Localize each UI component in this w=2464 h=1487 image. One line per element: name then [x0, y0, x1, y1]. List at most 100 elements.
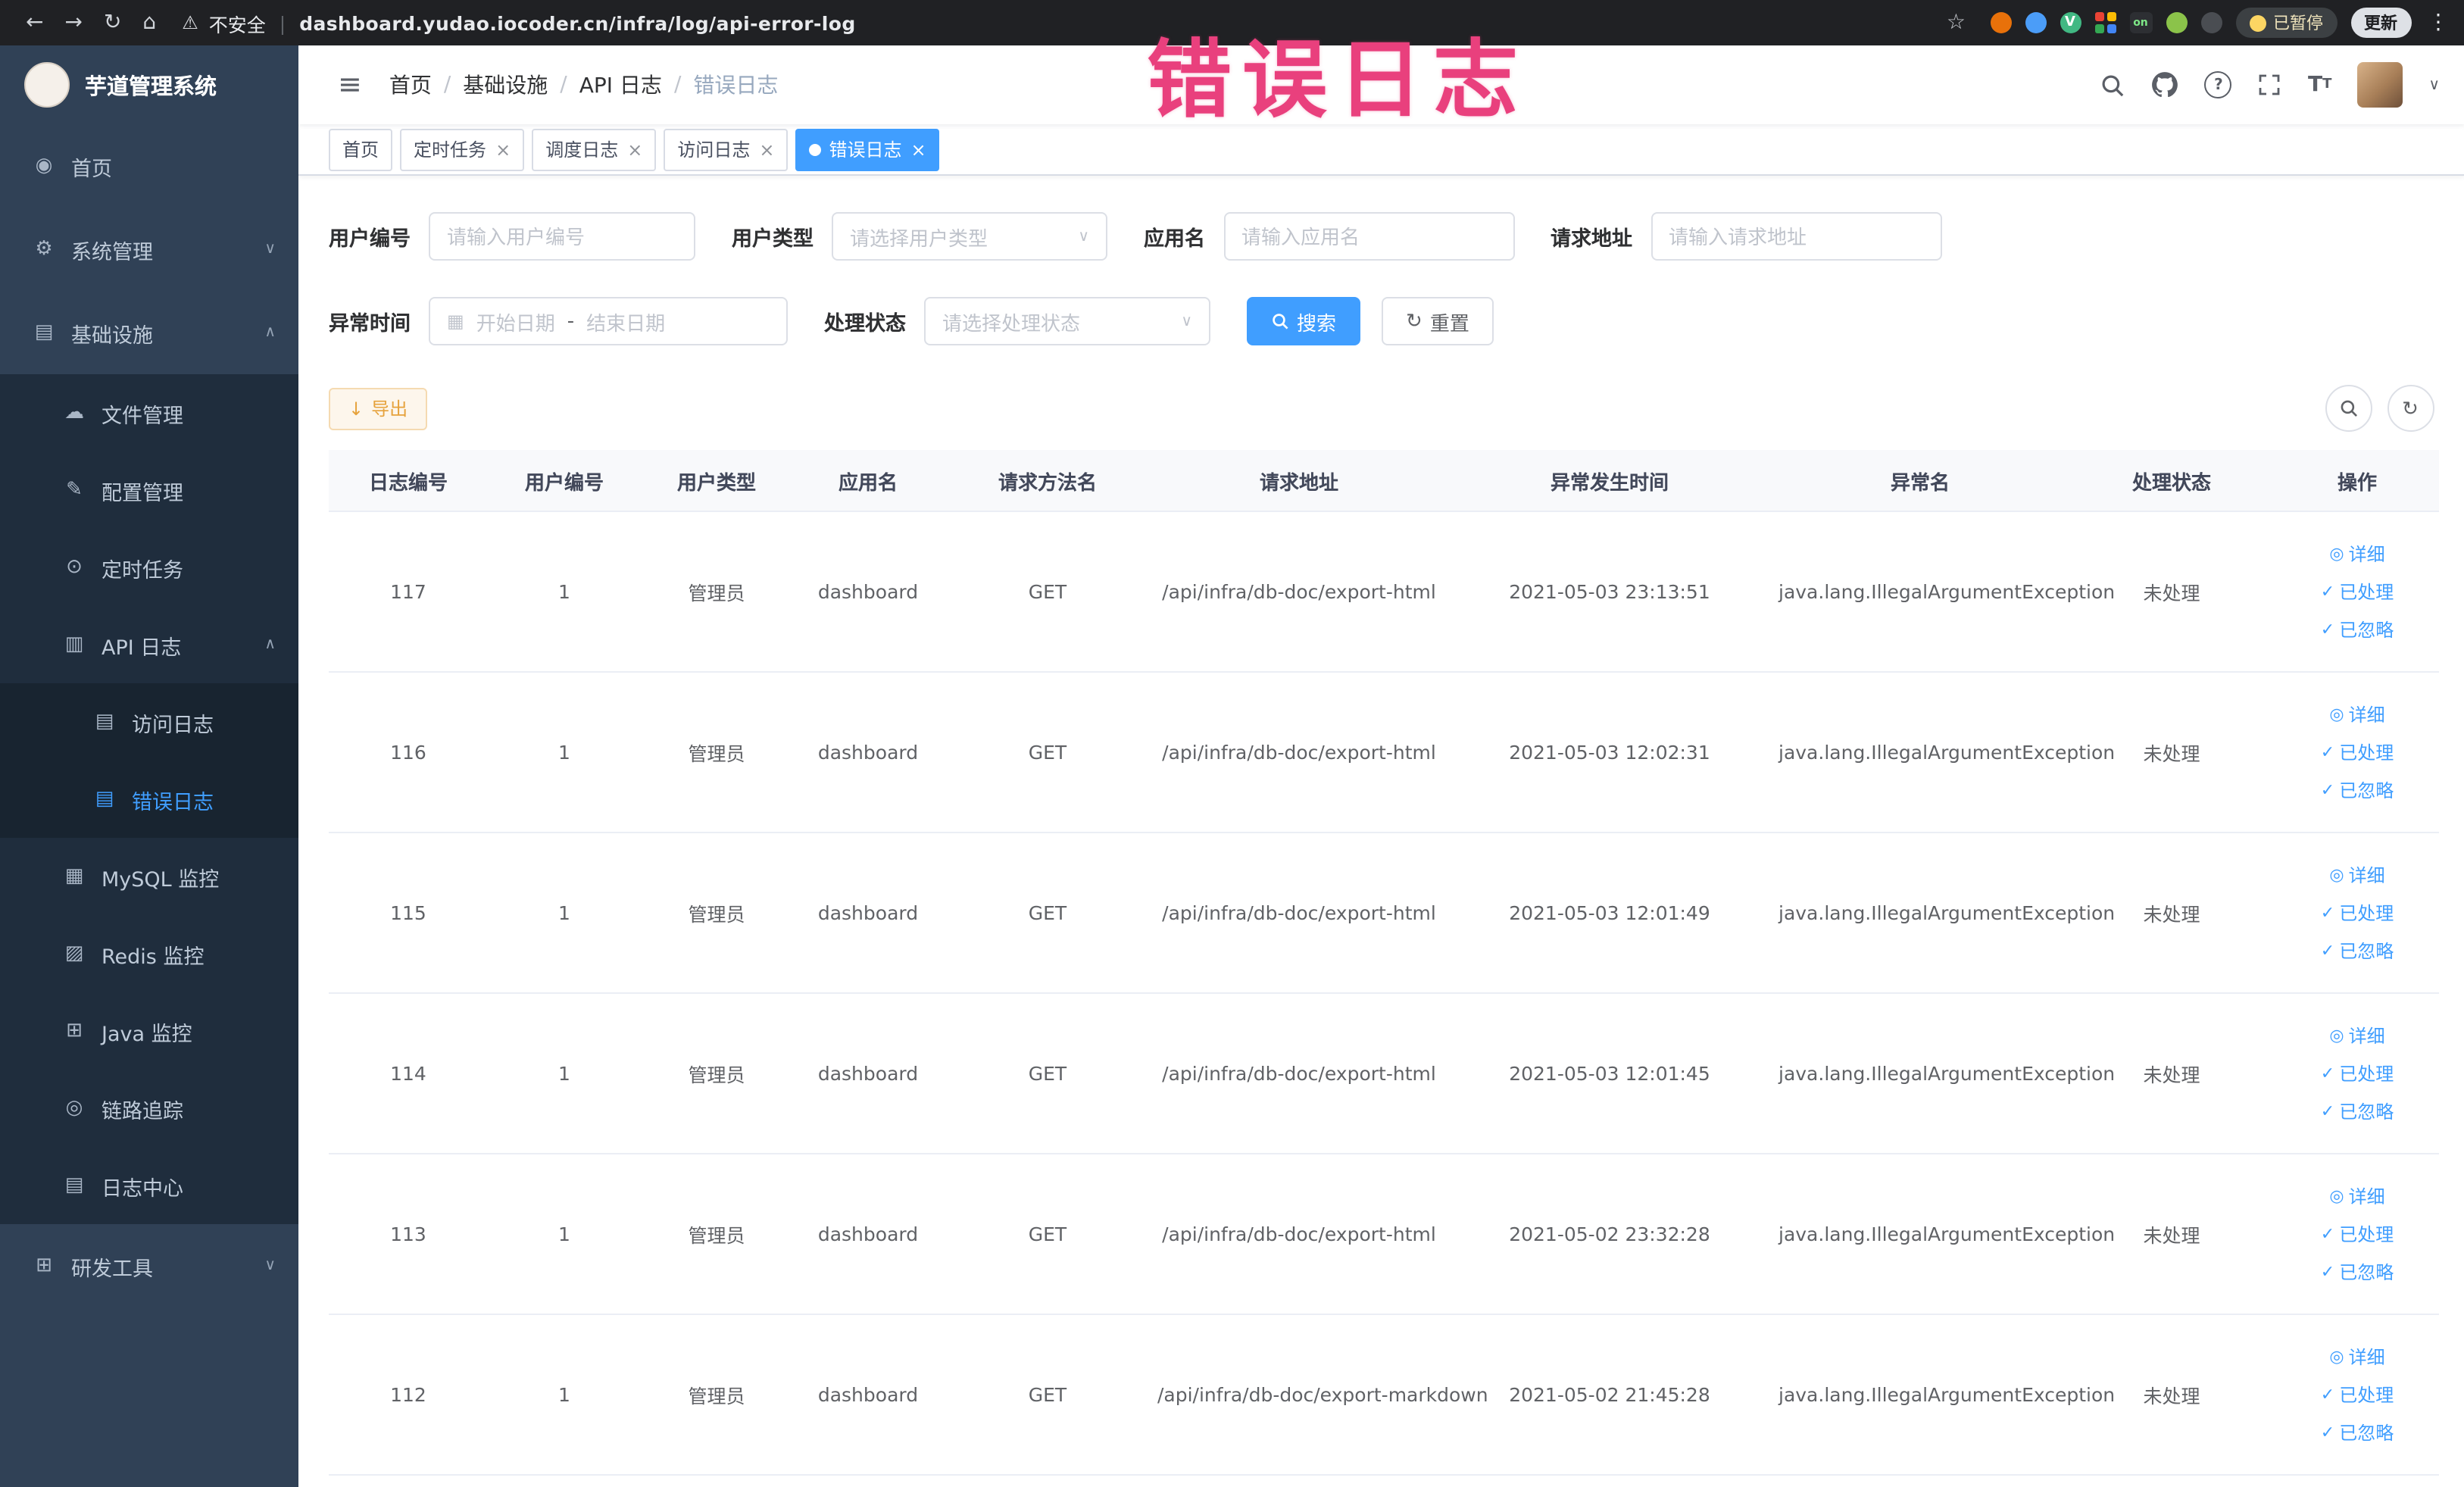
action-processed-link[interactable]: ✓ 已处理	[2321, 900, 2394, 926]
search-toggle-button[interactable]	[2325, 385, 2372, 432]
filter-exception-time: 异常时间 ▦ 开始日期 - 结束日期	[329, 297, 788, 345]
action-ignored-link[interactable]: ✓ 已忽略	[2321, 938, 2394, 964]
sidebar-item-java-monitor[interactable]: ⊞ Java 监控	[0, 992, 298, 1070]
search-button[interactable]: 搜索	[1247, 297, 1361, 345]
breadcrumb-item[interactable]: 首页	[389, 70, 432, 100]
update-button[interactable]: 更新	[2350, 8, 2411, 38]
sidebar: 芋道管理系统 ◉ 首页 ⚙ 系统管理 ∨ ▤ 基础设施 ∧ ☁ 文件管理 ✎ 配置管理 ⊙ 定时任务 ▥ AP…	[0, 45, 298, 1487]
breadcrumb-item[interactable]: API 日志	[579, 70, 662, 100]
sidebar-item-dev-tools[interactable]: ⊞ 研发工具 ∨	[0, 1224, 298, 1307]
user-type-select[interactable]: 请选择用户类型 ∨	[832, 212, 1107, 261]
cell-exception: java.lang.IllegalArgumentException	[1772, 672, 2115, 833]
action-detail-link[interactable]: ◎ 详细	[2329, 1344, 2384, 1370]
action-detail-link[interactable]: ◎ 详细	[2329, 862, 2384, 888]
browser-menu-icon[interactable]: ⋮	[2428, 11, 2449, 35]
sidebar-item-scheduled-job[interactable]: ⊙ 定时任务	[0, 529, 298, 606]
tab-error-log[interactable]: 错误日志 ×	[795, 128, 940, 170]
app-logo[interactable]: 芋道管理系统	[0, 45, 298, 124]
request-url-input[interactable]	[1650, 212, 1941, 261]
cell-user_type: 管理员	[641, 511, 792, 673]
breadcrumb-item[interactable]: 基础设施	[463, 70, 548, 100]
ext-drop-icon[interactable]	[2025, 12, 2046, 33]
cell-id: 117	[329, 511, 488, 673]
sidebar-item-trace[interactable]: ◎ 链路追踪	[0, 1070, 298, 1147]
action-ignored-link[interactable]: ✓ 已忽略	[2321, 1098, 2394, 1124]
app-name-input[interactable]	[1223, 212, 1514, 261]
back-icon[interactable]: ←	[26, 11, 43, 35]
action-detail-link[interactable]: ◎ 详细	[2329, 1183, 2384, 1209]
font-size-icon[interactable]: TT	[2308, 73, 2331, 97]
tags-view-bar: 首页 定时任务 × 调度日志 × 访问日志 × 错误日志 ×	[298, 124, 2464, 176]
sidebar-item-label: 定时任务	[101, 558, 183, 583]
action-processed-link[interactable]: ✓ 已处理	[2321, 1061, 2394, 1086]
filter-user-id: 用户编号	[329, 212, 695, 261]
action-detail-link[interactable]: ◎ 详细	[2329, 1023, 2384, 1048]
font-size-small-glyph: T	[2322, 77, 2332, 92]
sidebar-item-system[interactable]: ⚙ 系统管理 ∨	[0, 208, 298, 291]
home-icon[interactable]: ⌂	[142, 11, 156, 35]
sidebar-item-mysql-monitor[interactable]: ▦ MySQL 监控	[0, 838, 298, 915]
action-detail-link[interactable]: ◎ 详细	[2329, 701, 2384, 727]
ext-leaf-icon[interactable]	[2166, 12, 2187, 33]
sidebar-item-file-manage[interactable]: ☁ 文件管理	[0, 374, 298, 451]
sidebar-item-home[interactable]: ◉ 首页	[0, 124, 298, 208]
search-icon[interactable]	[2100, 72, 2126, 98]
sidebar-item-config-manage[interactable]: ✎ 配置管理	[0, 451, 298, 529]
github-icon[interactable]	[2152, 71, 2179, 98]
close-icon[interactable]: ×	[759, 139, 774, 160]
process-status-select[interactable]: 请选择处理状态 ∨	[924, 297, 1210, 345]
ext-orange-icon[interactable]	[1990, 12, 2011, 33]
cell-app_name: dashboard	[792, 511, 944, 673]
action-ignored-link[interactable]: ✓ 已忽略	[2321, 1420, 2394, 1445]
action-processed-link[interactable]: ✓ 已处理	[2321, 579, 2394, 604]
check-icon: ✓	[2320, 620, 2335, 639]
help-icon[interactable]: ?	[2204, 71, 2232, 98]
close-icon[interactable]: ×	[627, 139, 642, 160]
ext-vue-icon[interactable]: V	[2060, 12, 2081, 33]
sidebar-item-api-log[interactable]: ▥ API 日志 ∧	[0, 606, 298, 683]
address-bar[interactable]: ⚠ 不安全 | dashboard.yudao.iocoder.cn/infra…	[182, 8, 855, 37]
cell-user_type: 管理员	[641, 672, 792, 833]
caret-down-icon[interactable]: ∨	[2428, 77, 2440, 93]
reset-button[interactable]: ↻ 重置	[1382, 297, 1494, 345]
tab-scheduled-job[interactable]: 定时任务 ×	[400, 128, 525, 170]
tab-access-log[interactable]: 访问日志 ×	[664, 128, 789, 170]
refresh-button[interactable]: ↻	[2387, 385, 2434, 432]
exception-time-range-picker[interactable]: ▦ 开始日期 - 结束日期	[429, 297, 788, 345]
user-avatar[interactable]	[2357, 62, 2403, 108]
fullscreen-icon[interactable]	[2258, 73, 2282, 97]
forward-icon[interactable]: →	[64, 11, 82, 35]
close-icon[interactable]: ×	[495, 139, 511, 160]
dev-tools-icon: ⊞	[36, 1254, 52, 1277]
sidebar-item-label: 访问日志	[132, 713, 214, 737]
close-icon[interactable]: ×	[911, 139, 926, 160]
action-processed-link[interactable]: ✓ 已处理	[2321, 1382, 2394, 1407]
sidebar-item-error-log[interactable]: ▤ 错误日志	[0, 761, 298, 838]
scheduled-job-icon: ⊙	[66, 556, 83, 579]
action-ignored-link[interactable]: ✓ 已忽略	[2321, 617, 2394, 642]
sidebar-item-access-log[interactable]: ▤ 访问日志	[0, 683, 298, 761]
sidebar-item-infrastructure[interactable]: ▤ 基础设施 ∧	[0, 291, 298, 374]
action-ignored-link[interactable]: ✓ 已忽略	[2321, 1259, 2394, 1285]
action-ignored-label: 已忽略	[2339, 620, 2394, 641]
hamburger-icon[interactable]: ≡	[338, 68, 362, 102]
bookmark-star-icon[interactable]: ☆	[1947, 11, 1966, 35]
sidebar-item-log-center[interactable]: ▤ 日志中心	[0, 1147, 298, 1224]
reload-icon[interactable]: ↻	[104, 11, 121, 35]
ext-grid-icon[interactable]	[2094, 12, 2116, 33]
action-detail-link[interactable]: ◎ 详细	[2329, 541, 2384, 567]
action-ignored-link[interactable]: ✓ 已忽略	[2321, 777, 2394, 803]
action-processed-link[interactable]: ✓ 已处理	[2321, 1221, 2394, 1247]
browser-actions: ☆ Von 已暂停 更新 ⋮	[1936, 8, 2449, 38]
paused-badge[interactable]: 已暂停	[2235, 8, 2337, 38]
ext-dark-icon[interactable]	[2200, 12, 2222, 33]
ext-switch-icon[interactable]: on	[2129, 12, 2152, 33]
sidebar-item-redis-monitor[interactable]: ▨ Redis 监控	[0, 915, 298, 992]
user-id-input[interactable]	[429, 212, 695, 261]
row-actions: ◎ 详细 ✓ 已处理 ✓ 已忽略	[2281, 1023, 2433, 1124]
export-button[interactable]: ↓ 导出	[329, 387, 428, 430]
action-processed-link[interactable]: ✓ 已处理	[2321, 739, 2394, 765]
tab-schedule-log[interactable]: 调度日志 ×	[532, 128, 657, 170]
cell-actions: ◎ 详细 ✓ 已处理 ✓ 已忽略	[2275, 993, 2439, 1154]
tab-home[interactable]: 首页	[329, 128, 393, 170]
